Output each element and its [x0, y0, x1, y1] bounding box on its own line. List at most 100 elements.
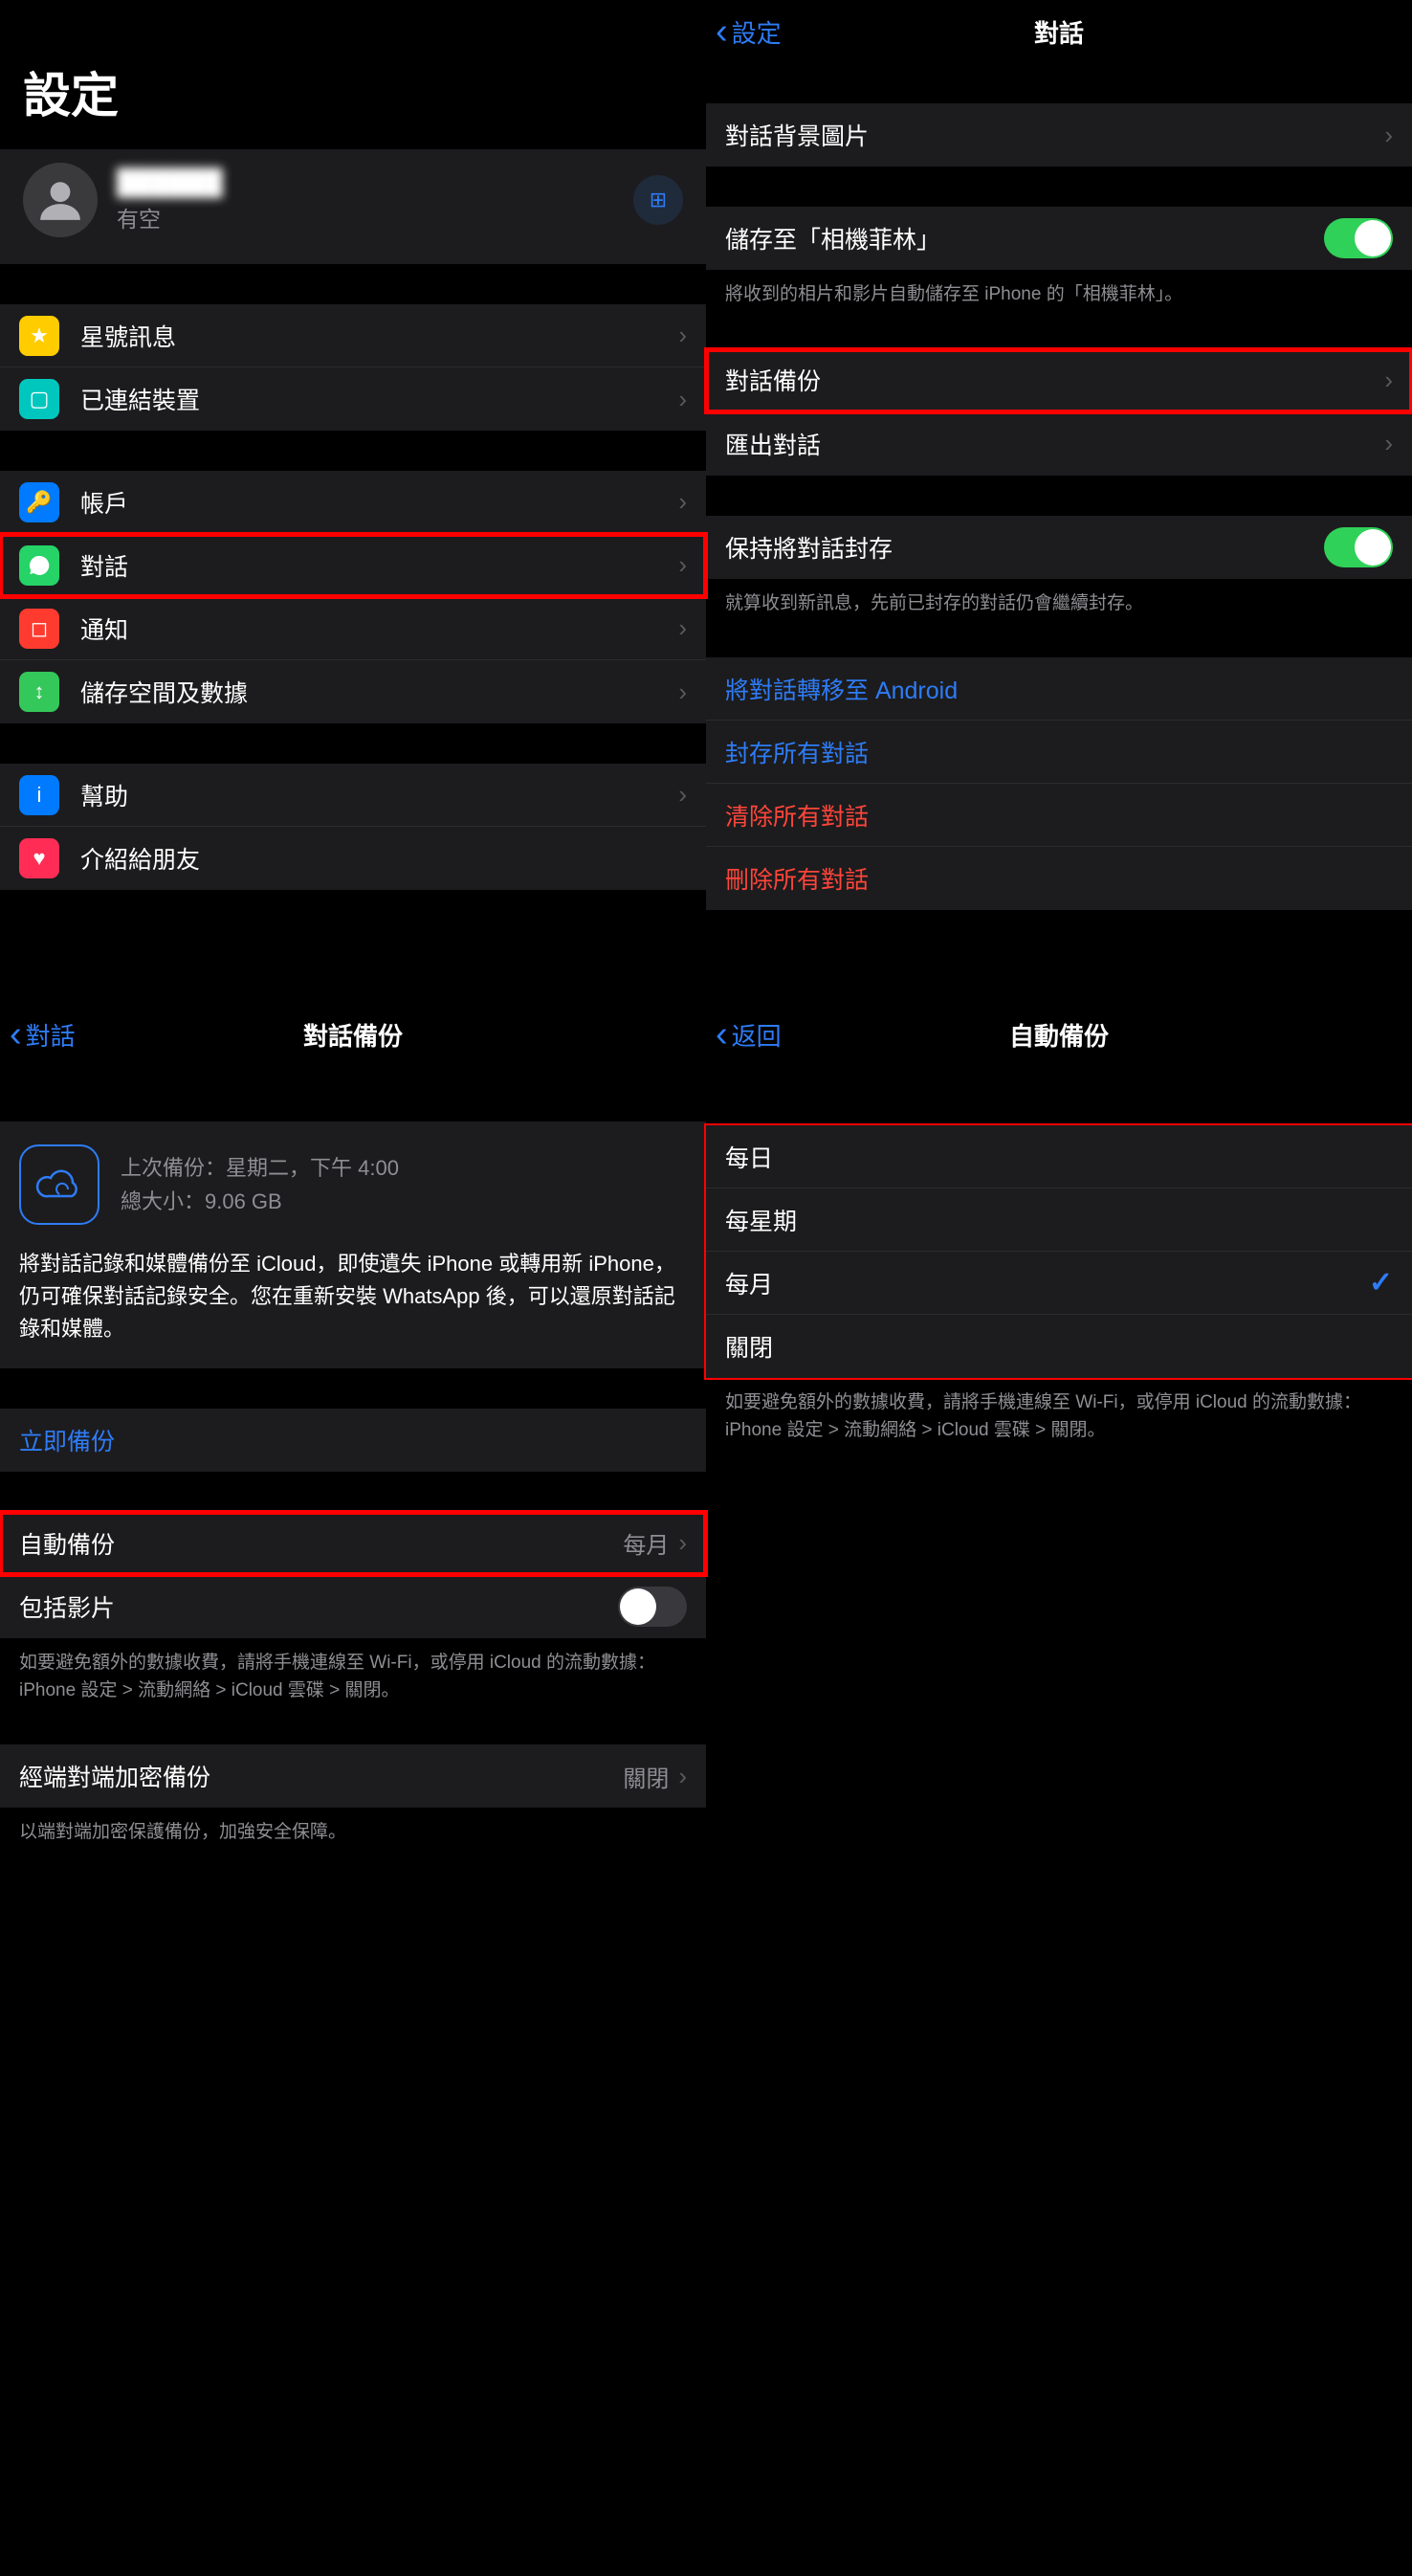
chevron-right-icon: ›	[678, 677, 687, 707]
label: 儲存空間及數據	[80, 675, 678, 709]
label: 帳戶	[80, 485, 678, 520]
chevron-right-icon: ›	[678, 613, 687, 643]
note-e2e: 以端對端加密保護備份，加強安全保障。	[0, 1808, 706, 1847]
row-starred[interactable]: ★ 星號訊息 ›	[0, 304, 706, 367]
panel-settings: 設定 ██████ 有空 ⊞ ★ 星號訊息 › ▢ 已連結裝置 ›	[0, 0, 706, 938]
row-move-android[interactable]: 將對話轉移至 Android	[706, 657, 1412, 721]
group-backup-now: 立即備份	[0, 1409, 706, 1472]
chevron-right-icon: ›	[678, 487, 687, 517]
label: 將對話轉移至 Android	[725, 672, 1393, 706]
back-label: 設定	[732, 14, 782, 50]
group-e2e: 經端對端加密備份 關閉 ›	[0, 1744, 706, 1808]
panel-auto-backup: ‹ 返回 自動備份 每日 每星期 每月 ✓ 關閉 如要避免額外的數據收費，請將手…	[706, 938, 1412, 2576]
row-save-camera[interactable]: 儲存至「相機菲林」	[706, 207, 1412, 270]
row-account[interactable]: 🔑 帳戶 ›	[0, 471, 706, 534]
group-3: i 幫助 › ♥ 介紹給朋友	[0, 764, 706, 890]
label: 包括影片	[19, 1589, 618, 1624]
cloud-card: 上次備份：星期二，下午 4:00 總大小：9.06 GB	[0, 1121, 706, 1238]
nav-bar: ‹ 設定 對話	[706, 0, 1412, 63]
label: 星號訊息	[80, 319, 678, 353]
group-wallpaper: 對話背景圖片 ›	[706, 103, 1412, 167]
backup-desc: 將對話記錄和媒體備份至 iCloud，即使遺失 iPhone 或轉用新 iPho…	[0, 1238, 706, 1368]
profile-row[interactable]: ██████ 有空 ⊞	[0, 149, 706, 264]
qr-button[interactable]: ⊞	[633, 175, 683, 225]
row-help[interactable]: i 幫助 ›	[0, 764, 706, 827]
group-archive: 保持將對話封存	[706, 516, 1412, 579]
toggle-include-video[interactable]	[618, 1587, 687, 1627]
chevron-left-icon: ‹	[10, 1016, 22, 1053]
label: 保持將對話封存	[725, 530, 1324, 565]
label: 對話備份	[725, 363, 1384, 397]
row-archive-all[interactable]: 封存所有對話	[706, 721, 1412, 784]
row-linked-devices[interactable]: ▢ 已連結裝置 ›	[0, 367, 706, 431]
back-label: 返回	[732, 1017, 782, 1053]
nav-bar: ‹ 對話 對話備份	[0, 1003, 706, 1066]
option-weekly[interactable]: 每星期	[706, 1188, 1412, 1252]
label: 經端對端加密備份	[19, 1759, 623, 1793]
row-wallpaper[interactable]: 對話背景圖片 ›	[706, 103, 1412, 167]
row-tell-friend[interactable]: ♥ 介紹給朋友	[0, 827, 706, 890]
profile-status: 有空	[117, 201, 223, 233]
group-1: ★ 星號訊息 › ▢ 已連結裝置 ›	[0, 304, 706, 431]
backup-size: 總大小：9.06 GB	[121, 1185, 399, 1218]
info-icon: i	[19, 775, 59, 815]
label: 對話背景圖片	[725, 118, 1384, 152]
row-e2e-backup[interactable]: 經端對端加密備份 關閉 ›	[0, 1744, 706, 1808]
avatar	[23, 163, 98, 237]
cloud-icon	[19, 1144, 99, 1225]
monitor-icon: ▢	[19, 379, 59, 419]
row-include-video[interactable]: 包括影片	[0, 1575, 706, 1638]
group-2: 🔑 帳戶 › 對話 › ◻ 通知 › ↕ 儲存空間及數據 ›	[0, 471, 706, 723]
page-title: 自動備份	[706, 1017, 1412, 1053]
chevron-right-icon: ›	[678, 1528, 687, 1558]
label: 對話	[80, 548, 678, 583]
chevron-right-icon: ›	[1384, 121, 1393, 150]
back-button[interactable]: ‹ 設定	[716, 13, 782, 50]
group-frequency: 每日 每星期 每月 ✓ 關閉	[706, 1125, 1412, 1378]
note-archive: 就算收到新訊息，先前已封存的對話仍會繼續封存。	[706, 579, 1412, 618]
label: 儲存至「相機菲林」	[725, 221, 1324, 255]
row-delete-all[interactable]: 刪除所有對話	[706, 847, 1412, 910]
toggle-keep-archived[interactable]	[1324, 527, 1393, 567]
chevron-left-icon: ‹	[716, 1016, 728, 1053]
group-camera-roll: 儲存至「相機菲林」	[706, 207, 1412, 270]
label: 刪除所有對話	[725, 861, 1393, 896]
chat-icon	[19, 545, 59, 586]
star-icon: ★	[19, 316, 59, 356]
page-title: 設定	[0, 0, 706, 149]
qr-icon: ⊞	[650, 188, 667, 212]
last-backup: 上次備份：星期二，下午 4:00	[121, 1151, 399, 1185]
row-export-chat[interactable]: 匯出對話 ›	[706, 412, 1412, 476]
option-daily[interactable]: 每日	[706, 1125, 1412, 1188]
back-button[interactable]: ‹ 對話	[10, 1016, 76, 1053]
row-chat-backup[interactable]: 對話備份 ›	[706, 349, 1412, 412]
back-button[interactable]: ‹ 返回	[716, 1016, 782, 1053]
row-storage[interactable]: ↕ 儲存空間及數據 ›	[0, 660, 706, 723]
arrows-icon: ↕	[19, 672, 59, 712]
option-monthly[interactable]: 每月 ✓	[706, 1252, 1412, 1315]
chevron-right-icon: ›	[678, 1762, 687, 1791]
panel-chat-backup: ‹ 對話 對話備份 上次備份：星期二，下午 4:00 總大小：9.06 GB 將…	[0, 938, 706, 2576]
label: 每月	[725, 1266, 1369, 1300]
row-keep-archived[interactable]: 保持將對話封存	[706, 516, 1412, 579]
row-backup-now[interactable]: 立即備份	[0, 1409, 706, 1472]
label: 立即備份	[19, 1423, 687, 1457]
option-off[interactable]: 關閉	[706, 1315, 1412, 1378]
chevron-left-icon: ‹	[716, 13, 728, 50]
label: 自動備份	[19, 1526, 623, 1561]
chevron-right-icon: ›	[1384, 429, 1393, 458]
key-icon: 🔑	[19, 482, 59, 522]
row-auto-backup[interactable]: 自動備份 每月 ›	[0, 1512, 706, 1575]
group-auto-backup: 自動備份 每月 › 包括影片	[0, 1512, 706, 1638]
label: 清除所有對話	[725, 798, 1393, 833]
row-clear-all[interactable]: 清除所有對話	[706, 784, 1412, 847]
label: 匯出對話	[725, 427, 1384, 461]
check-icon: ✓	[1369, 1266, 1393, 1299]
toggle-save-camera[interactable]	[1324, 218, 1393, 258]
label: 通知	[80, 611, 678, 646]
row-chats[interactable]: 對話 ›	[0, 534, 706, 597]
row-notifications[interactable]: ◻ 通知 ›	[0, 597, 706, 660]
bell-icon: ◻	[19, 609, 59, 649]
group-backup: 對話備份 › 匯出對話 ›	[706, 349, 1412, 476]
heart-icon: ♥	[19, 838, 59, 878]
